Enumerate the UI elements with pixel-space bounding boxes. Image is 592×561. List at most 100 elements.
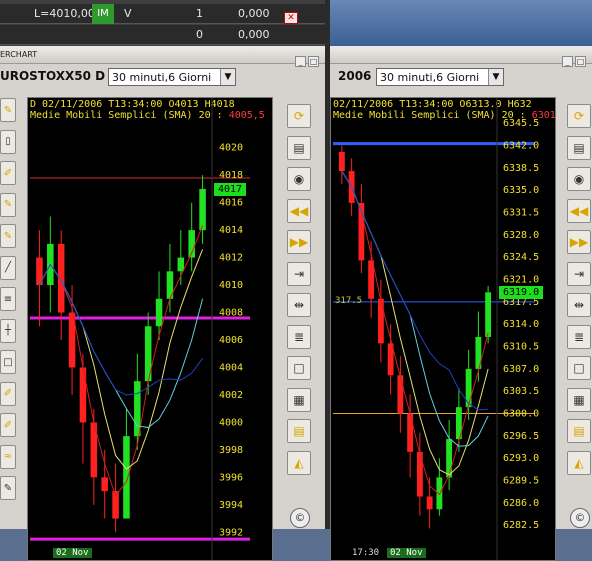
candle-body — [416, 451, 423, 497]
y-tick-label: 6303.5 — [503, 386, 539, 397]
order-row[interactable]: L=4010,000 IM V 1 0,000 ✕ — [0, 4, 325, 24]
date-label: 02 Nov — [53, 548, 92, 558]
timeframe-value: 30 minuti,6 Giorni — [112, 71, 212, 84]
pen-icon[interactable]: ✎ — [0, 192, 16, 217]
line-tool-icon[interactable]: ╱ — [0, 255, 16, 280]
y-tick-label: 4008 — [219, 308, 243, 319]
copyright-icon[interactable]: © — [570, 508, 590, 528]
camera-icon[interactable]: ◉ — [287, 167, 311, 191]
grid-icon[interactable]: ▦ — [567, 387, 591, 412]
candle-body — [155, 298, 163, 327]
pen-icon[interactable]: ✎ — [0, 224, 16, 248]
compress-icon[interactable]: ⇥ — [567, 261, 591, 286]
fib-icon[interactable]: ┼ — [0, 318, 16, 343]
y-tick-label: 4002 — [219, 390, 243, 401]
save-icon[interactable]: ▤ — [287, 135, 311, 160]
candle-body — [338, 151, 345, 172]
last-price-tag: 4017 — [214, 182, 247, 196]
fast-forward-icon[interactable]: ▶▶ — [287, 230, 311, 254]
y-tick-label: 6324.5 — [503, 252, 539, 263]
order-panel: L=4010,000 IM V 1 0,000 ✕ 0 0,000 — [0, 0, 325, 46]
y-tick-label: 6289.5 — [503, 476, 539, 487]
y-tick-label: 4020 — [219, 143, 243, 154]
y-tick-label: 6331.5 — [503, 208, 539, 219]
y-tick-label: 6328.0 — [503, 230, 539, 241]
expand-icon[interactable]: ⇹ — [287, 293, 311, 317]
candle-body — [79, 367, 87, 423]
y-tick-label: 4006 — [219, 335, 243, 346]
grid-icon[interactable]: ▦ — [287, 387, 311, 412]
box-icon[interactable]: □ — [0, 350, 16, 374]
window-titlebar[interactable]: ERCHART _ □ — [0, 46, 325, 67]
text-icon[interactable]: ✎ — [0, 476, 16, 500]
fast-forward-icon[interactable]: ▶▶ — [567, 230, 591, 254]
y-tick-label: 6345.5 — [503, 118, 539, 129]
table-icon[interactable]: ▤ — [287, 419, 311, 443]
chart-toolbar-left: ⟳ ▤ ◉ ◀◀ ▶▶ ⇥ ⇹ ≣ □ ▦ ▤ ◭ — [287, 104, 313, 482]
ruler-icon[interactable]: ▯ — [0, 129, 16, 154]
indicator-icon[interactable]: ≣ — [567, 324, 591, 349]
cursor-icon[interactable]: ◭ — [287, 450, 311, 475]
camera-icon[interactable]: ◉ — [567, 167, 591, 191]
y-tick-label: 4016 — [219, 198, 243, 209]
save-icon[interactable]: ▤ — [567, 135, 591, 160]
brush-icon[interactable]: ✐ — [0, 413, 16, 437]
chevron-down-icon[interactable]: ▼ — [488, 69, 503, 85]
window-title: ERCHART — [0, 50, 38, 59]
close-icon[interactable]: ✕ — [284, 12, 298, 24]
candle-body — [177, 257, 185, 272]
window-icon[interactable]: □ — [287, 356, 311, 380]
table-icon[interactable]: ▤ — [567, 419, 591, 443]
chevron-down-icon[interactable]: ▼ — [220, 69, 235, 85]
y-tick-label: 4000 — [219, 417, 243, 428]
y-tick-label: 3998 — [219, 445, 243, 456]
copyright-icon[interactable]: © — [290, 508, 310, 528]
window-titlebar[interactable]: _ □ — [330, 46, 592, 67]
timeframe-select[interactable]: 30 minuti,6 Giorni ▼ — [376, 68, 504, 86]
window-icon[interactable]: □ — [567, 356, 591, 380]
last-price-tag: 6319.0 — [499, 286, 544, 300]
cursor-icon[interactable]: ◭ — [567, 450, 591, 475]
y-tick-label: 6338.5 — [503, 163, 539, 174]
candle-body — [199, 188, 206, 231]
y-tick-label: 6286.0 — [503, 498, 539, 509]
y-tick-label: 6321.0 — [503, 275, 539, 286]
rewind-icon[interactable]: ◀◀ — [287, 198, 311, 223]
timeframe-select[interactable]: 30 minuti,6 Giorni ▼ — [108, 68, 236, 86]
price-chart-left[interactable]: D 02/11/2006 T13:34:00 O4013 H4018 Medie… — [27, 97, 273, 561]
candle-body — [57, 243, 65, 313]
rewind-icon[interactable]: ◀◀ — [567, 198, 591, 223]
y-tick-label: 4012 — [219, 253, 243, 264]
hlines-icon[interactable]: ≡ — [0, 287, 16, 311]
time-label: 17:30 — [352, 548, 380, 558]
desktop-background — [330, 0, 592, 46]
crosshair-label: 317.5 — [335, 295, 363, 306]
marker-icon[interactable]: ✐ — [0, 161, 16, 185]
y-tick-label: 6310.5 — [503, 342, 539, 353]
y-tick-label: 6314.0 — [503, 319, 539, 330]
expand-icon[interactable]: ⇹ — [567, 293, 591, 317]
y-tick-label: 6296.5 — [503, 431, 539, 442]
wave-icon[interactable]: ≈ — [0, 444, 16, 469]
y-tick-label: 3996 — [219, 472, 243, 483]
indicator-icon[interactable]: ≣ — [287, 324, 311, 349]
order-side[interactable]: V — [124, 7, 132, 20]
price-chart-right[interactable]: 02/11/2006 T13:34:00 O6313.0 H632 Medie … — [330, 97, 556, 561]
compress-icon[interactable]: ⇥ — [287, 261, 311, 286]
order-count: 0 — [196, 28, 203, 41]
y-tick-label: 4018 — [219, 170, 243, 181]
y-tick-label: 4010 — [219, 280, 243, 291]
chart-window-right: _ □ 2006 30 minuti,6 Giorni ▼ 02/11/2006 … — [330, 46, 592, 561]
order-row[interactable]: 0 0,000 — [0, 25, 325, 45]
refresh-icon[interactable]: ⟳ — [567, 104, 591, 128]
candle-body — [426, 496, 433, 510]
y-tick-label: 6300.0 — [503, 409, 539, 420]
candle-body — [465, 368, 472, 408]
brush-icon[interactable]: ✐ — [0, 381, 16, 406]
symbol-name: 2006 — [338, 69, 372, 83]
refresh-icon[interactable]: ⟳ — [287, 104, 311, 128]
y-tick-label: 6282.5 — [503, 520, 539, 531]
candle-body — [485, 292, 492, 337]
im-badge[interactable]: IM — [92, 4, 114, 24]
pencil-icon[interactable]: ✎ — [0, 98, 16, 122]
